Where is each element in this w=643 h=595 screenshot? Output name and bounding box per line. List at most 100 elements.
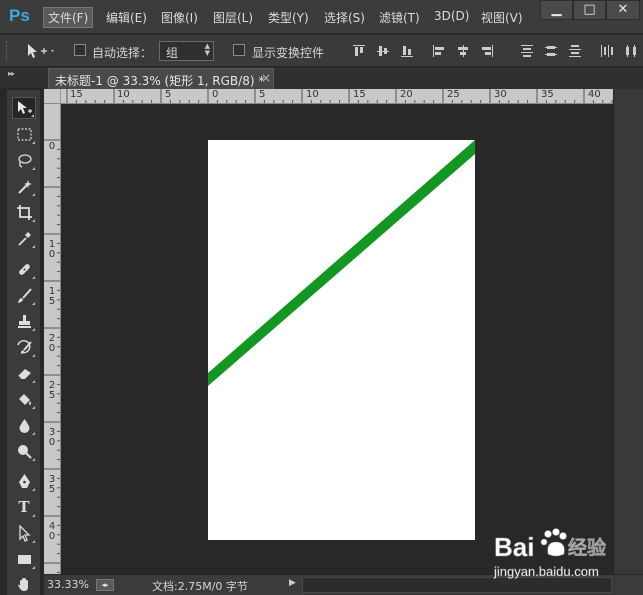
ruler-top-label: 15 — [70, 89, 83, 100]
show-transform-checkbox[interactable] — [233, 44, 245, 56]
canvas-area[interactable] — [61, 104, 613, 574]
healing-brush-tool[interactable] — [12, 258, 36, 280]
document-tab-bar: 未标题-1 @ 33.3% (矩形 1, RGB/8) * × — [44, 68, 643, 89]
eyedropper-tool-icon — [17, 231, 31, 246]
healing-brush-tool-icon — [18, 263, 30, 275]
menu-layer[interactable]: 图层(L) — [213, 9, 253, 26]
menu-edit[interactable]: 编辑(E) — [106, 9, 147, 26]
align-vcenter-icon[interactable] — [376, 44, 390, 58]
ruler-top-label: 35 — [541, 89, 554, 100]
ruler-left-label: 1 0 — [48, 239, 56, 260]
ruler-top-label: 40 — [588, 89, 601, 100]
ruler-left-label: 2 5 — [48, 380, 56, 401]
distribute-top-icon[interactable] — [520, 44, 534, 58]
rectangle-tool[interactable] — [12, 548, 36, 570]
minimize-button[interactable]: ▁ — [540, 0, 573, 20]
blur-tool[interactable] — [12, 414, 36, 436]
menu-file[interactable]: 文件(F) — [43, 7, 94, 28]
pen-tool[interactable] — [12, 470, 36, 492]
distribute-left-icon[interactable] — [600, 44, 614, 58]
align-left-icon[interactable] — [432, 44, 446, 58]
ruler-top-label: 15 — [353, 89, 366, 100]
rectangle-tool-icon — [17, 554, 31, 564]
ruler-top-label: 20 — [400, 89, 413, 100]
path-selection-tool-icon — [18, 524, 31, 542]
ruler-top-label: 10 — [117, 89, 130, 100]
ruler-top-label: 25 — [447, 89, 460, 100]
status-options-icon[interactable]: ◂▸ — [96, 579, 114, 591]
close-tab-icon[interactable]: × — [261, 71, 271, 85]
menu-type[interactable]: 类型(Y) — [268, 9, 309, 26]
align-hcenter-icon[interactable] — [456, 44, 470, 58]
menu-filter[interactable]: 滤镜(T) — [379, 9, 420, 26]
marquee-tool-icon — [16, 127, 32, 141]
maximize-button[interactable]: □ — [573, 0, 606, 20]
ruler-corner[interactable] — [44, 89, 61, 104]
menu-select[interactable]: 选择(S) — [324, 9, 365, 26]
status-menu-arrow-icon[interactable]: ▶ — [289, 578, 296, 588]
ruler-left-label: 3 0 — [48, 427, 56, 448]
document-tab[interactable]: 未标题-1 @ 33.3% (矩形 1, RGB/8) * × — [48, 68, 274, 89]
ruler-left[interactable]: 0 1 0 1 5 2 0 2 5 3 0 3 5 4 0 — [44, 104, 61, 574]
ps-logo: Ps — [9, 6, 30, 25]
toolbox: T — [7, 90, 41, 595]
watermark-url: jingyan.baidu.com — [493, 564, 599, 579]
menu-image[interactable]: 图像(I) — [161, 9, 198, 26]
path-selection-tool[interactable] — [12, 522, 36, 544]
ruler-top-label: 0 — [212, 89, 219, 100]
auto-select-checkbox[interactable] — [74, 44, 86, 56]
eraser-tool[interactable] — [12, 362, 36, 384]
crop-tool[interactable] — [12, 201, 36, 223]
ruler-top-label: 5 — [259, 89, 266, 100]
options-grip[interactable] — [6, 41, 9, 61]
select-arrows-icon: ▲ ▼ — [204, 42, 210, 57]
document-info: 文档:2.75M/0 字节 — [152, 580, 248, 593]
menu-3d[interactable]: 3D(D) — [434, 9, 469, 23]
align-bottom-icon[interactable] — [400, 44, 414, 58]
green-rectangle-shape[interactable] — [208, 140, 475, 386]
distribute-bottom-icon[interactable] — [568, 44, 582, 58]
distribute-vcenter-icon[interactable] — [544, 44, 558, 58]
zoom-level[interactable]: 33.33% — [47, 578, 89, 591]
close-button[interactable]: ✕ — [606, 0, 640, 20]
ruler-top-label: 10 — [306, 89, 319, 100]
move-tool-icon — [17, 100, 32, 114]
ruler-left-label: 1 5 — [48, 286, 56, 307]
distribute-hcenter-icon[interactable] — [624, 44, 638, 58]
watermark-brand: Bai — [494, 532, 534, 562]
move-tool-preset-icon[interactable] — [26, 43, 56, 62]
align-top-icon[interactable] — [352, 44, 366, 58]
document-tab-title: 未标题-1 @ 33.3% (矩形 1, RGB/8) * — [55, 74, 265, 88]
move-tool[interactable] — [12, 97, 36, 119]
eraser-tool-icon — [17, 368, 31, 379]
auto-select-target-value: 组 — [166, 46, 179, 60]
marquee-tool[interactable] — [12, 123, 36, 145]
collapse-panel-icon[interactable]: ▸▸ — [8, 69, 15, 78]
magic-wand-tool[interactable] — [12, 175, 36, 197]
dodge-tool-icon — [17, 444, 32, 459]
blur-tool-icon — [19, 418, 29, 433]
align-right-icon[interactable] — [480, 44, 494, 58]
paint-bucket-tool[interactable] — [12, 388, 36, 410]
brush-tool[interactable] — [12, 284, 36, 306]
lasso-tool[interactable] — [12, 149, 36, 171]
vertical-scrollbar[interactable] — [613, 89, 643, 574]
brush-tool-icon — [17, 287, 32, 303]
hand-tool-icon — [17, 577, 28, 591]
document-canvas[interactable] — [208, 140, 475, 540]
clone-stamp-tool[interactable] — [12, 310, 36, 332]
clone-stamp-tool-icon — [17, 314, 31, 328]
ruler-top[interactable]: 15 10 5 0 5 10 15 20 25 30 35 40 — [61, 89, 613, 104]
eyedropper-tool[interactable] — [12, 227, 36, 249]
hand-tool[interactable] — [12, 573, 36, 595]
type-tool[interactable]: T — [12, 496, 36, 518]
history-brush-tool[interactable] — [12, 336, 36, 358]
baidu-jingyan-watermark: Bai 经验 jingyan.baidu.com — [492, 522, 640, 584]
menu-view[interactable]: 视图(V) — [481, 9, 523, 26]
ruler-left-label: 2 0 — [48, 333, 56, 354]
lasso-tool-icon — [17, 153, 32, 168]
dodge-tool[interactable] — [12, 440, 36, 462]
baidu-paw-icon — [540, 528, 567, 557]
history-brush-tool-icon — [16, 339, 32, 354]
auto-select-target-select[interactable]: 组 ▲ ▼ — [159, 41, 214, 61]
